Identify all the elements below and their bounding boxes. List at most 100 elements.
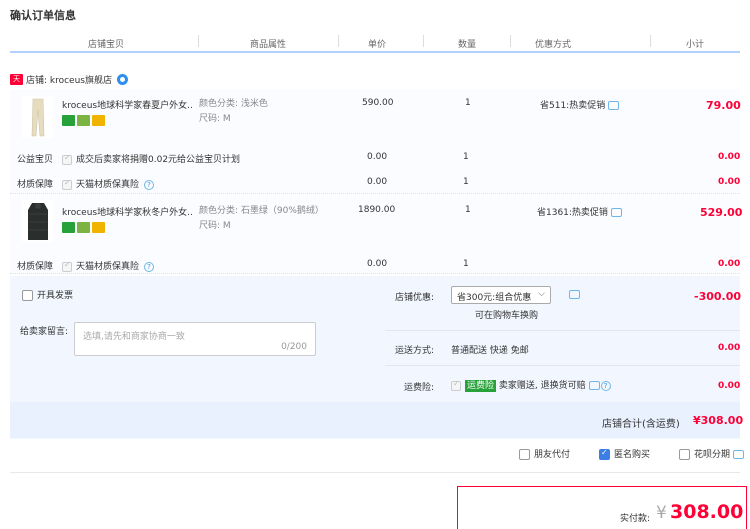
help-icon[interactable]: ? (600, 380, 611, 391)
promotion: 省511:热卖促销 (540, 98, 620, 111)
item-subtotal: 529.00 (700, 206, 743, 219)
seven-day-return-icon (62, 222, 75, 233)
sku-color: 颜色分类: 浅米色 (199, 99, 268, 109)
column-header-discount: 优惠方式 (535, 40, 572, 50)
table-header: 店铺宝贝 商品属性 单价 数量 优惠方式 小计 (10, 29, 740, 53)
promotion: 省1361:热卖促销 (537, 205, 622, 218)
column-divider (650, 35, 651, 47)
page-title: 确认订单信息 (10, 9, 76, 22)
anonymous-option[interactable]: 匿名购买 (599, 447, 650, 460)
extra-service-option[interactable]: 成交后卖家将捐赠0.02元给公益宝贝计划 (62, 152, 240, 165)
chat-icon[interactable] (610, 208, 622, 217)
checkbox[interactable] (62, 153, 72, 165)
help-icon[interactable]: ? (144, 179, 155, 190)
payment-summary-box: 实付款: ¥ 308.00 (457, 486, 747, 529)
column-header-unit-price: 单价 (368, 40, 387, 50)
huabei-label: 花呗分期 (694, 450, 731, 460)
huabei-checkbox[interactable] (679, 449, 690, 460)
friend-pay-option[interactable]: 朋友代付 (519, 447, 570, 460)
message-label: 给卖家留言: (20, 327, 69, 337)
sku-attributes: 颜色分类: 浅米色 尺码: M (199, 97, 268, 127)
shop-total-label: 店铺合计(含运费) (602, 419, 680, 430)
invoice-option[interactable]: 开具发票 (22, 288, 73, 301)
extra-service-label: 材质保障 (17, 262, 54, 272)
checkbox (451, 379, 461, 391)
tmall-badge-icon: 天猫 (10, 73, 23, 94)
sku-color: 颜色分类: 石墨绿（90%鹅绒） (199, 206, 324, 216)
column-divider (423, 35, 424, 47)
friend-pay-label: 朋友代付 (534, 450, 571, 460)
wangwang-chat-icon[interactable] (117, 73, 128, 85)
product-name[interactable]: kroceus地球科学家秋冬户外女... (62, 205, 192, 218)
anonymous-label: 匿名购买 (614, 450, 651, 460)
freight-insurance-amount: 0.00 (718, 381, 741, 391)
sku-attributes: 颜色分类: 石墨绿（90%鹅绒） 尺码: M (199, 204, 324, 234)
guarantee-icon (77, 115, 90, 126)
extra-service-label: 公益宝贝 (17, 155, 54, 165)
divider (385, 365, 740, 366)
shop-discount-select[interactable]: 省300元:组合优惠 ⌵ (451, 286, 551, 304)
promotion-text: 省511:热卖促销 (540, 101, 606, 111)
divider (10, 472, 740, 473)
shop-total-amount: ¥308.00 (693, 414, 744, 427)
guarantee-icon (77, 222, 90, 233)
anonymous-checkbox[interactable] (599, 448, 610, 460)
freight-insurance-desc: 卖家赠送, 退换货可赔 (498, 381, 586, 391)
sku-size: 尺码: M (199, 114, 231, 124)
message-counter: 0/200 (281, 342, 307, 352)
chat-icon[interactable] (588, 381, 600, 390)
extra-service-desc: 成交后卖家将捐赠0.02元给公益宝贝计划 (76, 155, 241, 165)
extra-price: 0.00 (367, 152, 388, 162)
shop-name[interactable]: 店铺: kroceus旗舰店 (26, 73, 112, 86)
shop-total-bar: 店铺合计(含运费) ¥308.00 (10, 402, 744, 438)
item-subtotal: 79.00 (706, 99, 741, 112)
extra-qty: 1 (463, 177, 469, 187)
quantity: 1 (465, 205, 471, 215)
service-badges (62, 115, 105, 126)
discount-note: 可在购物车换购 (475, 311, 539, 321)
extra-service-desc: 天猫材质保真险 (76, 262, 140, 272)
shipping-label: 运送方式: (395, 346, 435, 356)
extra-subtotal: 0.00 (718, 177, 741, 187)
payment-currency: ¥ (656, 503, 667, 523)
invoice-label: 开具发票 (37, 291, 74, 301)
friend-pay-checkbox[interactable] (519, 449, 530, 460)
huabei-option[interactable]: 花呗分期 (679, 447, 745, 460)
chevron-down-icon: ⌵ (538, 289, 545, 299)
column-divider (198, 35, 199, 47)
product-thumbnail[interactable] (22, 96, 54, 138)
order-item-block: kroceus地球科学家秋冬户外女... 颜色分类: 石墨绿（90%鹅绒） 尺码… (10, 196, 743, 274)
column-header-quantity: 数量 (458, 40, 477, 50)
freight-insurance-option: 运费险 卖家赠送, 退换货可赔? (451, 378, 611, 392)
checkbox[interactable] (62, 178, 72, 190)
message-placeholder: 选填,请先和商家协商一致 (83, 332, 185, 342)
chat-icon[interactable] (733, 450, 745, 459)
shop-discount-amount: -300.00 (694, 290, 742, 303)
invoice-checkbox[interactable] (22, 290, 33, 301)
unit-price: 1890.00 (358, 205, 396, 215)
promotion-text: 省1361:热卖促销 (537, 208, 608, 218)
extra-qty: 1 (463, 259, 469, 269)
chat-icon[interactable] (608, 101, 620, 110)
extra-service-option[interactable]: 天猫材质保真险? (62, 177, 155, 190)
divider (385, 330, 740, 331)
extra-subtotal: 0.00 (718, 259, 741, 269)
credit-card-icon (92, 222, 105, 233)
help-icon[interactable]: ? (144, 261, 155, 272)
extra-service-option[interactable]: 天猫材质保真险? (62, 259, 155, 272)
quantity: 1 (465, 98, 471, 108)
column-header-attributes: 商品属性 (250, 40, 287, 50)
shop-discount-value: 省300元:组合优惠 (457, 293, 532, 303)
seller-message-input[interactable]: 选填,请先和商家协商一致 0/200 (74, 322, 316, 356)
shop-header: 天猫 店铺: kroceus旗舰店 (10, 70, 128, 94)
checkbox[interactable] (62, 260, 72, 272)
sku-size: 尺码: M (199, 221, 231, 231)
product-name[interactable]: kroceus地球科学家春夏户外女... (62, 98, 192, 111)
extra-service-desc: 天猫材质保真险 (76, 180, 140, 190)
payment-label: 实付款: (620, 514, 651, 524)
product-thumbnail[interactable] (22, 200, 54, 242)
shop-discount-label: 店铺优惠: (395, 293, 435, 303)
column-divider (338, 35, 339, 47)
chat-icon[interactable] (569, 290, 580, 299)
unit-price: 590.00 (362, 98, 394, 108)
